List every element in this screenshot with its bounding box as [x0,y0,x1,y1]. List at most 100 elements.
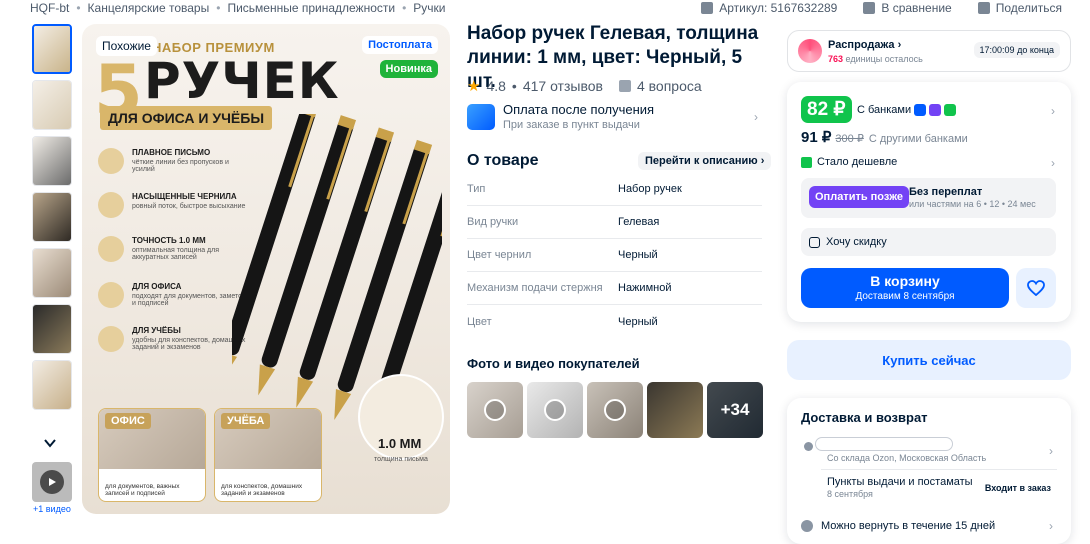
main-product-image[interactable]: 5 НАБОР ПРЕМИУМ РУЧЕК Похожие Постоплата… [82,24,450,514]
sale-icon [798,39,822,63]
feature-item: ТОЧНОСТЬ 1.0 ММ оптимальная толщина для а… [98,236,248,262]
goto-description-button[interactable]: Перейти к описанию › [638,152,772,170]
new-badge: Новинка [379,60,438,78]
reviews-link[interactable]: 417 отзывов [523,78,603,94]
want-discount-button[interactable]: Хочу скидку [801,228,1056,256]
sale-banner[interactable]: Распродажа › 763 единицы осталось 17:00:… [787,30,1071,72]
share-button[interactable]: Поделиться [977,1,1062,15]
spec-row: Механизм подачи стержня Нажимной [467,272,762,305]
video-thumbnail[interactable] [32,462,72,502]
pay-later-button[interactable]: Оплатить позже [809,186,909,208]
feature-item: ПЛАВНОЕ ПИСЬМО чёткие линии без пропусков… [98,148,248,174]
buy-now-button[interactable]: Купить сейчас [787,340,1071,380]
breadcrumb-stationery[interactable]: Канцелярские товары [88,1,210,15]
more-photos[interactable]: +34 [707,382,763,438]
thumbnail[interactable] [32,248,72,298]
compare-icon [863,2,876,14]
chat-icon [618,80,631,92]
thumbnail[interactable] [32,304,72,354]
similar-button[interactable]: Похожие [96,36,157,56]
thumbnail[interactable] [32,136,72,186]
chevron-down-icon[interactable] [43,436,57,450]
video-count-label[interactable]: +1 видео [33,504,71,514]
warehouse-text: Со склада Ozon, Московская Область [827,453,987,463]
feature-item: ДЛЯ УЧЁБЫ удобны для конспектов, домашних… [98,326,248,352]
thumbnail[interactable] [32,80,72,130]
breadcrumb: HQF-bt • Канцелярские товары • Письменные … [30,1,446,15]
office-card: ОФИС для документов, важных записей и под… [98,408,206,502]
rating-value[interactable]: 4.8 [486,78,505,94]
thumbnail[interactable] [32,192,72,242]
sale-timer: 17:00:09 до конца [973,42,1060,58]
ozon-bank-icon [914,104,926,116]
pay-later-block: Оплатить позже Без переплат или частями … [801,178,1056,218]
customer-photos-heading: Фото и видео покупателей [467,356,640,371]
bank-icon [929,104,941,116]
breadcrumb-brand[interactable]: HQF-bt [30,1,69,15]
line-width-sub: толщина письма [374,456,428,463]
customer-video[interactable] [587,382,643,438]
compare-button[interactable]: В сравнение [863,1,952,15]
pickup-date: 8 сентября [827,489,873,499]
line-width-label: 1.0 ММ [378,436,422,451]
breadcrumb-writing[interactable]: Письменные принадлежности [227,1,395,15]
sale-remaining: 763 единицы осталось [828,54,923,64]
installments-text: или частями на 6 • 12 • 24 мес [909,199,1036,209]
return-icon [801,520,813,532]
chevron-right-icon: › [754,110,758,124]
pay-after-receipt[interactable]: Оплата после получения При заказе в пунк… [467,100,762,134]
sber-icon [944,104,956,116]
postpay-badge[interactable]: Постоплата [362,36,438,54]
bank-price-label: С банками [857,104,912,116]
breadcrumb-pens[interactable]: Ручки [413,1,445,15]
play-icon [544,399,566,421]
thumbnail[interactable] [32,24,72,74]
pen-nib-icon [98,148,124,174]
bank-icons [914,104,956,116]
pickup-option[interactable]: Пункты выдачи и постаматы [827,476,973,488]
customer-photos: +34 [467,382,763,438]
star-icon: ★ [467,78,481,95]
spec-row: Цвет чернил Черный [467,239,762,272]
play-icon [484,399,506,421]
sale-title: Распродажа › [828,39,902,51]
article-copy[interactable]: Артикул: 5167632289 [701,1,837,15]
address-field[interactable] [815,437,953,451]
included-label: Входит в заказ [984,483,1051,493]
thumbnail-list [30,24,74,416]
heart-icon [1027,280,1045,296]
old-price: 300 ₽ [835,133,864,145]
target-icon [98,236,124,262]
price-dropped[interactable]: Стало дешевле [801,156,897,168]
briefcase-icon [98,282,124,308]
customer-video[interactable] [467,382,523,438]
chevron-right-icon: › [1049,519,1053,533]
price-down-icon [801,156,812,168]
location-pin-icon [804,442,813,451]
chevron-right-icon: › [1049,444,1053,458]
return-policy[interactable]: Можно вернуть в течение 15 дней [801,520,995,532]
delivery-title: Доставка и возврат [801,410,928,425]
rating-row: ★ 4.8 • 417 отзывов 4 вопроса [467,78,702,95]
spec-row: Цвет Черный [467,315,658,328]
bank-price[interactable]: 82 ₽ [801,96,852,123]
questions-link[interactable]: 4 вопроса [637,78,702,94]
add-to-cart-button[interactable]: В корзину Доставим 8 сентября [801,268,1009,308]
no-overpay-title: Без переплат [909,186,983,198]
spec-row: Вид ручки Гелевая [467,206,762,239]
customer-photo[interactable] [647,382,703,438]
headline-word: РУЧЕК [144,52,340,110]
price-box: 82 ₽ С банками › 91 ₽300 ₽ С другими банк… [787,82,1071,322]
top-actions: Артикул: 5167632289 В сравнение Поделить… [701,0,1062,16]
other-banks-label: С другими банками [868,133,968,145]
play-icon [40,470,64,494]
chevron-right-icon: › [1051,156,1055,170]
study-card: УЧЁБА для конспектов, домашних заданий и … [214,408,322,502]
play-icon [604,399,626,421]
thumbnail[interactable] [32,360,72,410]
spec-list: Тип Набор ручек Вид ручки Гелевая Цвет чер… [467,173,762,338]
favorite-button[interactable] [1016,268,1056,308]
spec-row: Тип Набор ручек [467,173,762,206]
customer-video[interactable] [527,382,583,438]
share-icon [977,2,990,14]
